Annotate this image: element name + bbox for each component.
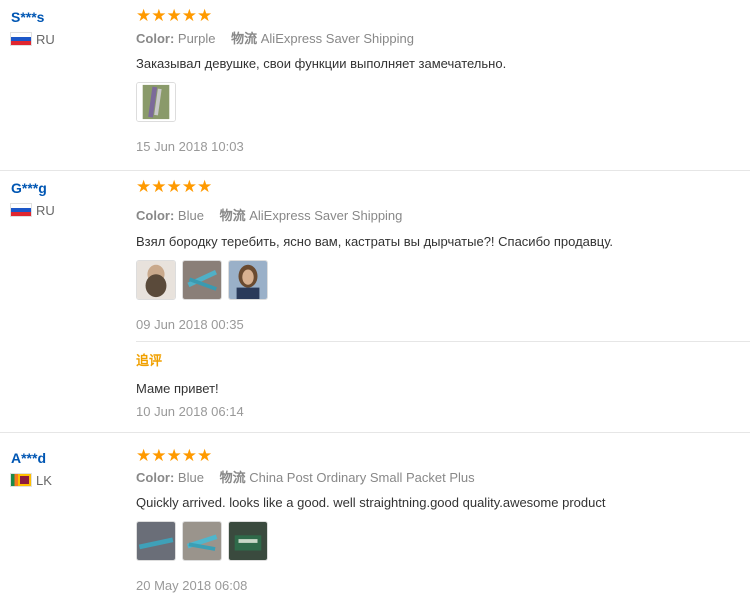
review-photo-thumbnail[interactable] <box>182 260 222 300</box>
straightener-photo-icon <box>137 83 175 121</box>
reviewer-info: G***g RU <box>11 179 121 218</box>
review-photos <box>136 82 176 124</box>
reviewer-name[interactable]: S***s <box>11 8 121 26</box>
reviewer-info: A***d LK <box>11 449 121 488</box>
review-photos <box>136 260 268 302</box>
reviewer-name[interactable]: A***d <box>11 449 121 467</box>
review-item: S***s RU ★★★★★ Color: Purple 物流 AliExpre… <box>0 0 750 171</box>
russia-flag-icon <box>11 204 31 216</box>
packaging-photo-icon <box>229 522 267 560</box>
reviewer-country: RU <box>11 204 121 218</box>
review-photo-thumbnail[interactable] <box>182 521 222 561</box>
shipping-label: 物流 <box>219 208 246 223</box>
shipping-value: AliExpress Saver Shipping <box>260 31 414 46</box>
straightener-photo-icon <box>183 522 221 560</box>
country-code: RU <box>36 32 55 47</box>
color-value: Blue <box>177 470 204 485</box>
color-value: Purple <box>177 31 216 46</box>
star-rating: ★★★★★ <box>136 177 213 196</box>
person-photo-icon <box>229 261 267 299</box>
shipping-value: China Post Ordinary Small Packet Plus <box>249 470 475 485</box>
straightener-photo-icon <box>137 522 175 560</box>
followup-text: Маме привет! <box>136 381 219 396</box>
reviewer-country: LK <box>11 474 121 488</box>
shipping-value: AliExpress Saver Shipping <box>249 208 403 223</box>
beard-photo-icon <box>137 261 175 299</box>
followup-date: 10 Jun 2018 06:14 <box>136 404 244 419</box>
star-rating: ★★★★★ <box>136 446 213 465</box>
followup-label: 追评 <box>136 353 163 368</box>
review-date: 15 Jun 2018 10:03 <box>136 139 244 154</box>
reviewer-info: S***s RU <box>11 8 121 47</box>
review-text: Взял бородку теребить, ясно вам, кастрат… <box>136 234 614 249</box>
sri-lanka-flag-icon <box>11 474 31 486</box>
review-photo-thumbnail[interactable] <box>136 521 176 561</box>
review-photo-thumbnail[interactable] <box>228 260 268 300</box>
star-rating: ★★★★★ <box>136 6 213 25</box>
review-photos <box>136 521 268 563</box>
order-info: Color: Blue 物流 AliExpress Saver Shipping <box>136 208 414 224</box>
color-label: Color: <box>136 470 175 485</box>
color-label: Color: <box>136 31 175 46</box>
russia-flag-icon <box>11 33 31 45</box>
country-code: LK <box>36 473 52 488</box>
color-label: Color: <box>136 208 175 223</box>
shipping-label: 物流 <box>219 470 246 485</box>
reviewer-name[interactable]: G***g <box>11 179 121 197</box>
review-text: Quickly arrived. looks like a good. well… <box>136 495 606 510</box>
shipping-label: 物流 <box>231 31 258 46</box>
order-info: Color: Blue 物流 China Post Ordinary Small… <box>136 470 487 486</box>
review-date: 20 May 2018 06:08 <box>136 578 248 593</box>
review-photo-thumbnail[interactable] <box>136 82 176 122</box>
reviewer-country: RU <box>11 33 121 47</box>
order-info: Color: Purple 物流 AliExpress Saver Shippi… <box>136 31 426 47</box>
review-item: A***d LK ★★★★★ Color: Blue 物流 China Post… <box>0 433 750 600</box>
review-photo-thumbnail[interactable] <box>228 521 268 561</box>
country-code: RU <box>36 203 55 218</box>
review-text: Заказывал девушке, свои функции выполняе… <box>136 56 507 71</box>
color-value: Blue <box>177 208 204 223</box>
straightener-photo-icon <box>183 261 221 299</box>
review-date: 09 Jun 2018 00:35 <box>136 317 244 332</box>
review-photo-thumbnail[interactable] <box>136 260 176 300</box>
followup-divider <box>136 341 750 342</box>
review-item: G***g RU ★★★★★ Color: Blue 物流 AliExpress… <box>0 171 750 433</box>
